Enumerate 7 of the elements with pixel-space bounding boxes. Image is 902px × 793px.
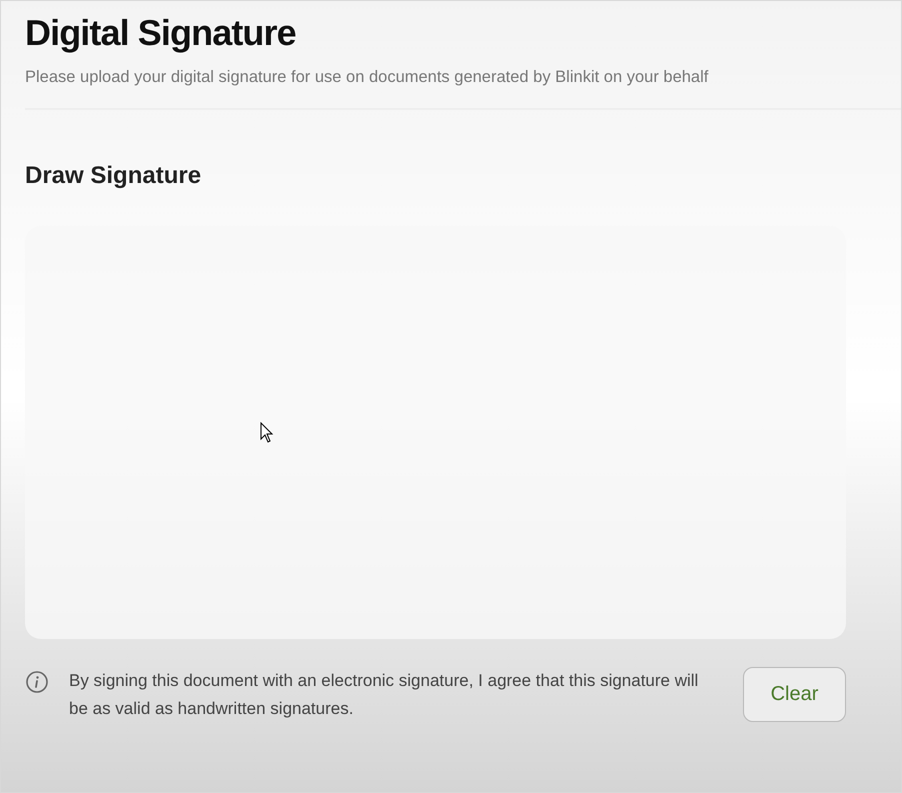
clear-button[interactable]: Clear	[743, 666, 846, 722]
pointer-icon	[260, 422, 274, 444]
page-subtitle: Please upload your digital signature for use on documents generated by Blinkit on your behalf	[25, 67, 710, 88]
section-title: Draw Signature	[25, 160, 202, 191]
consent-text: By signing this document with an electronic signature, I agree that this signature will be as valid as handwritten signatures.	[69, 670, 700, 720]
info-icon	[25, 670, 49, 694]
page-title: Digital Signature	[25, 13, 297, 53]
